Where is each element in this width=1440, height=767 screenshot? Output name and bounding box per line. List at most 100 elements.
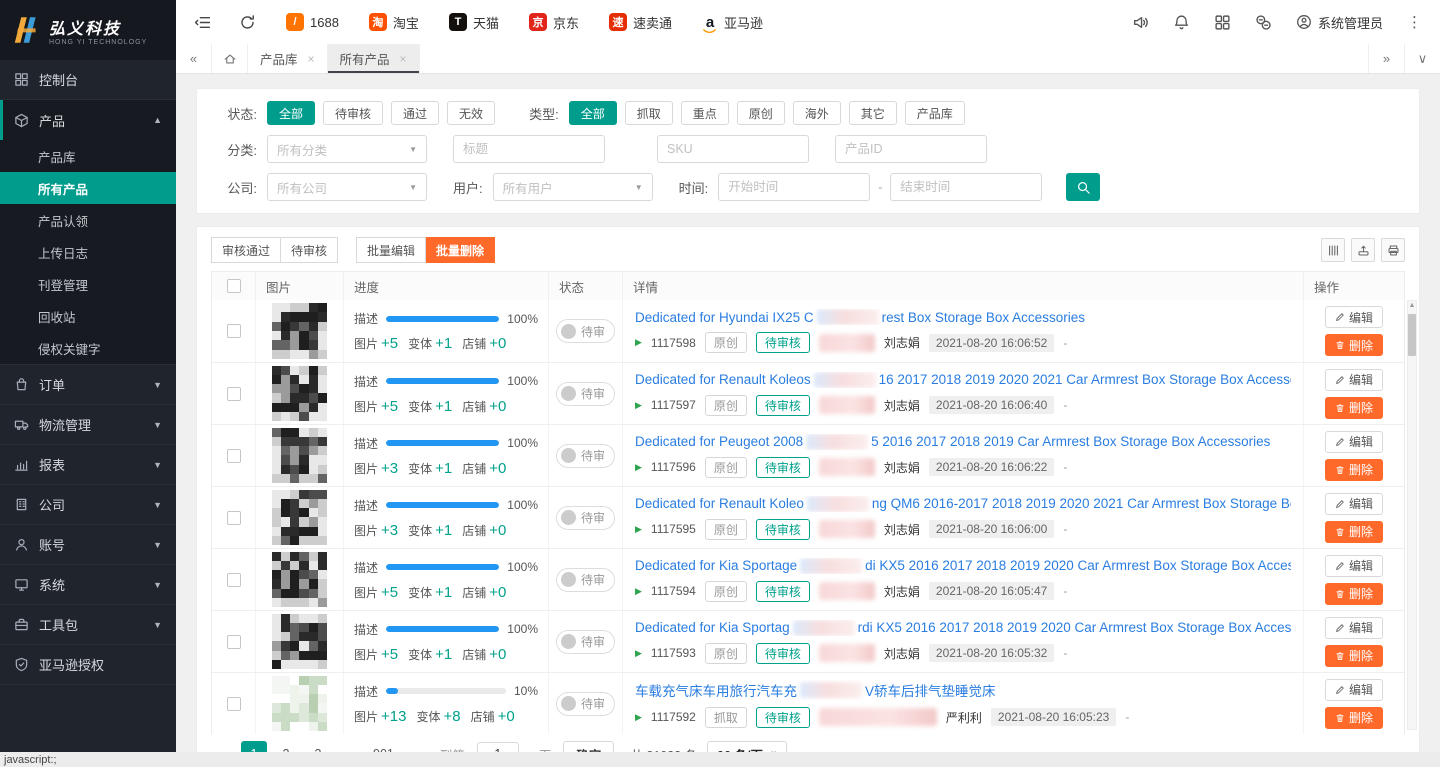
delete-button[interactable]: 删除 [1325, 645, 1383, 667]
batch-delete-button[interactable]: 批量删除 [426, 237, 495, 263]
sidebar-item-产品库[interactable]: 产品库 [0, 140, 176, 172]
product-image[interactable] [272, 676, 328, 732]
platform-link-亚马逊[interactable]: a亚马逊 [702, 13, 763, 32]
close-icon[interactable]: × [400, 52, 407, 66]
product-id-input[interactable] [835, 135, 987, 163]
tab-所有产品[interactable]: 所有产品× [328, 44, 420, 73]
user-select[interactable]: 所有用户▼ [493, 173, 653, 201]
delete-button[interactable]: 删除 [1325, 707, 1383, 729]
delete-button[interactable]: 删除 [1325, 583, 1383, 605]
row-checkbox[interactable] [227, 635, 241, 649]
edit-button[interactable]: 编辑 [1325, 617, 1383, 639]
notification-bell-icon[interactable] [1173, 14, 1190, 31]
type-option-产品库[interactable]: 产品库 [905, 101, 965, 125]
sidebar-item-报表[interactable]: 报表▼ [0, 445, 176, 485]
product-title-link[interactable]: Dedicated for Kia Sportagedi KX5 2016 20… [635, 558, 1291, 574]
sidebar-item-工具包[interactable]: 工具包▼ [0, 605, 176, 645]
scrollbar-thumb[interactable] [1408, 314, 1416, 356]
platform-link-京东[interactable]: 京京东 [529, 13, 579, 32]
edit-button[interactable]: 编辑 [1325, 306, 1383, 328]
select-all-checkbox[interactable] [227, 279, 241, 293]
sidebar-item-上传日志[interactable]: 上传日志 [0, 236, 176, 268]
tabs-collapse-left[interactable]: « [176, 44, 212, 73]
announcement-icon[interactable] [1132, 14, 1149, 31]
product-title-link[interactable]: Dedicated for Renault Koleos16 2017 2018… [635, 372, 1291, 388]
product-title-link[interactable]: Dedicated for Hyundai IX25 Crest Box Sto… [635, 309, 1085, 325]
product-image[interactable] [272, 614, 328, 670]
type-option-全部[interactable]: 全部 [569, 101, 617, 125]
status-option-全部[interactable]: 全部 [267, 101, 315, 125]
sidebar-item-亚马逊授权[interactable]: 亚马逊授权 [0, 645, 176, 685]
sidebar-item-产品[interactable]: 产品▲ [0, 100, 176, 140]
play-icon[interactable]: ▶ [635, 337, 642, 348]
title-input[interactable] [453, 135, 605, 163]
platform-link-淘宝[interactable]: 淘淘宝 [369, 13, 419, 32]
row-checkbox[interactable] [227, 324, 241, 338]
company-select[interactable]: 所有公司▼ [267, 173, 427, 201]
sidebar-item-产品认领[interactable]: 产品认领 [0, 204, 176, 236]
edit-button[interactable]: 编辑 [1325, 369, 1383, 391]
search-button[interactable] [1066, 173, 1100, 201]
product-title-link[interactable]: 车载充气床车用旅行汽车充V轿车后排气垫睡觉床 [635, 680, 996, 700]
tabs-scroll-right[interactable]: » [1368, 44, 1404, 73]
play-icon[interactable]: ▶ [635, 586, 642, 597]
sidebar-toggle-icon[interactable] [194, 14, 211, 31]
sku-input[interactable] [657, 135, 809, 163]
apps-grid-icon[interactable] [1214, 14, 1231, 31]
status-option-通过[interactable]: 通过 [391, 101, 439, 125]
edit-button[interactable]: 编辑 [1325, 555, 1383, 577]
scroll-up-icon[interactable]: ▲ [1409, 301, 1416, 311]
more-menu-icon[interactable]: ⋮ [1407, 13, 1422, 31]
pending-button[interactable]: 待审核 [281, 237, 338, 263]
start-time-input[interactable] [718, 173, 870, 201]
product-image[interactable] [272, 366, 328, 422]
sidebar-item-侵权关键字[interactable]: 侵权关键字 [0, 332, 176, 364]
delete-button[interactable]: 删除 [1325, 397, 1383, 419]
product-title-link[interactable]: Dedicated for Peugeot 20085 2016 2017 20… [635, 434, 1270, 450]
type-option-海外[interactable]: 海外 [793, 101, 841, 125]
delete-button[interactable]: 删除 [1325, 459, 1383, 481]
export-button[interactable] [1351, 238, 1375, 262]
tab-产品库[interactable]: 产品库× [248, 44, 328, 73]
platform-link-天猫[interactable]: T天猫 [449, 13, 499, 32]
sidebar-item-物流管理[interactable]: 物流管理▼ [0, 405, 176, 445]
product-title-link[interactable]: Dedicated for Renault Koleong QM6 2016-2… [635, 496, 1291, 512]
batch-edit-button[interactable]: 批量编辑 [356, 237, 426, 263]
row-checkbox[interactable] [227, 573, 241, 587]
platform-link-1688[interactable]: /1688 [286, 13, 339, 31]
refresh-icon[interactable] [239, 14, 256, 31]
product-title-link[interactable]: Dedicated for Kia Sportagrdi KX5 2016 20… [635, 620, 1291, 636]
sidebar-item-所有产品[interactable]: 所有产品 [0, 172, 176, 204]
status-option-待审核[interactable]: 待审核 [323, 101, 383, 125]
type-option-原创[interactable]: 原创 [737, 101, 785, 125]
product-image[interactable] [272, 428, 328, 484]
edit-button[interactable]: 编辑 [1325, 431, 1383, 453]
row-checkbox[interactable] [227, 387, 241, 401]
sidebar-item-公司[interactable]: 公司▼ [0, 485, 176, 525]
sidebar-item-刊登管理[interactable]: 刊登管理 [0, 268, 176, 300]
delete-button[interactable]: 删除 [1325, 334, 1383, 356]
table-scrollbar[interactable]: ▲ [1407, 300, 1417, 730]
platform-link-速卖通[interactable]: 速速卖通 [609, 13, 672, 32]
play-icon[interactable]: ▶ [635, 712, 642, 723]
type-option-其它[interactable]: 其它 [849, 101, 897, 125]
row-checkbox[interactable] [227, 511, 241, 525]
product-image[interactable] [272, 303, 328, 359]
category-select[interactable]: 所有分类▼ [267, 135, 427, 163]
edit-button[interactable]: 编辑 [1325, 493, 1383, 515]
play-icon[interactable]: ▶ [635, 462, 642, 473]
product-image[interactable] [272, 552, 328, 608]
columns-button[interactable] [1321, 238, 1345, 262]
user-menu[interactable]: 系统管理员 [1296, 13, 1383, 32]
sidebar-item-控制台[interactable]: 控制台 [0, 60, 176, 100]
product-image[interactable] [272, 490, 328, 546]
sidebar-item-系统[interactable]: 系统▼ [0, 565, 176, 605]
close-icon[interactable]: × [308, 52, 315, 66]
approve-button[interactable]: 审核通过 [211, 237, 281, 263]
play-icon[interactable]: ▶ [635, 648, 642, 659]
exchange-icon[interactable] [1255, 14, 1272, 31]
sidebar-item-订单[interactable]: 订单▼ [0, 365, 176, 405]
play-icon[interactable]: ▶ [635, 400, 642, 411]
delete-button[interactable]: 删除 [1325, 521, 1383, 543]
type-option-抓取[interactable]: 抓取 [625, 101, 673, 125]
